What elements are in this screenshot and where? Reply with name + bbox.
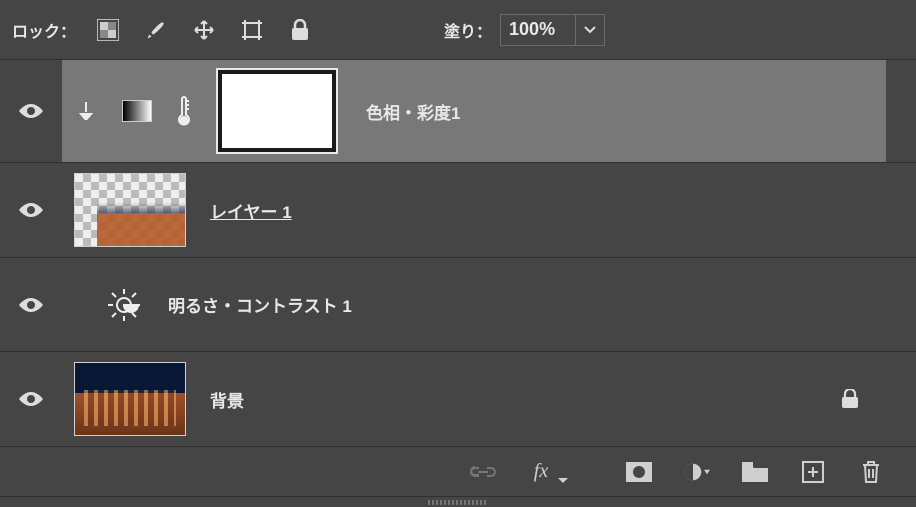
layer-row-background[interactable]: 背景	[0, 352, 916, 447]
visibility-toggle[interactable]	[0, 258, 62, 351]
layers-list: 色相・彩度1 レイヤー 1 明るさ・コントラスト 1	[0, 60, 916, 447]
move-icon[interactable]	[190, 16, 218, 44]
fx-icon[interactable]: fx	[528, 459, 554, 485]
layer-row-brightness[interactable]: 明るさ・コントラスト 1	[0, 258, 916, 352]
eye-icon	[17, 101, 45, 121]
visibility-toggle[interactable]	[0, 352, 62, 446]
thermometer-icon	[176, 95, 194, 127]
group-icon[interactable]	[742, 459, 768, 485]
visibility-toggle[interactable]	[0, 60, 62, 162]
artboard-icon[interactable]	[238, 16, 266, 44]
layer-name[interactable]: 明るさ・コントラスト 1	[168, 292, 352, 317]
pixel-lock-icon[interactable]	[94, 16, 122, 44]
clip-indicator-icon	[74, 102, 98, 120]
eye-icon	[17, 389, 45, 409]
layer-name[interactable]: 背景	[210, 387, 244, 412]
fill-label: 塗り：	[444, 18, 492, 42]
eye-icon	[17, 295, 45, 315]
layer-thumb[interactable]	[74, 173, 186, 247]
brightness-icon	[104, 285, 144, 325]
brush-icon[interactable]	[142, 16, 170, 44]
link-icon[interactable]	[470, 459, 496, 485]
layer-thumb[interactable]	[74, 362, 186, 436]
trash-icon[interactable]	[858, 459, 884, 485]
layer-row-layer1[interactable]: レイヤー 1	[0, 163, 916, 258]
layer-name[interactable]: 色相・彩度1	[366, 99, 460, 124]
layer-mask-thumb[interactable]	[218, 70, 336, 152]
layers-lock-toolbar: ロック： 塗り： 100%	[0, 0, 916, 60]
lock-label: ロック：	[12, 18, 76, 42]
hue-sat-swatch-icon	[122, 100, 152, 122]
layer-name[interactable]: レイヤー 1	[210, 198, 292, 223]
mask-icon[interactable]	[626, 459, 652, 485]
new-layer-icon[interactable]	[800, 459, 826, 485]
visibility-toggle[interactable]	[0, 163, 62, 257]
fill-value[interactable]: 100%	[501, 15, 576, 45]
layer-row-hue-sat[interactable]: 色相・彩度1	[0, 60, 916, 163]
adjustment-icon[interactable]	[684, 459, 710, 485]
lock-icon[interactable]	[826, 389, 874, 409]
lock-all-icon[interactable]	[286, 16, 314, 44]
layers-footer: fx	[0, 447, 916, 497]
eye-icon	[17, 200, 45, 220]
fill-dropdown-icon[interactable]	[576, 26, 604, 34]
fill-opacity-control[interactable]: 100%	[500, 14, 605, 46]
panel-resize-grip[interactable]	[0, 497, 916, 507]
